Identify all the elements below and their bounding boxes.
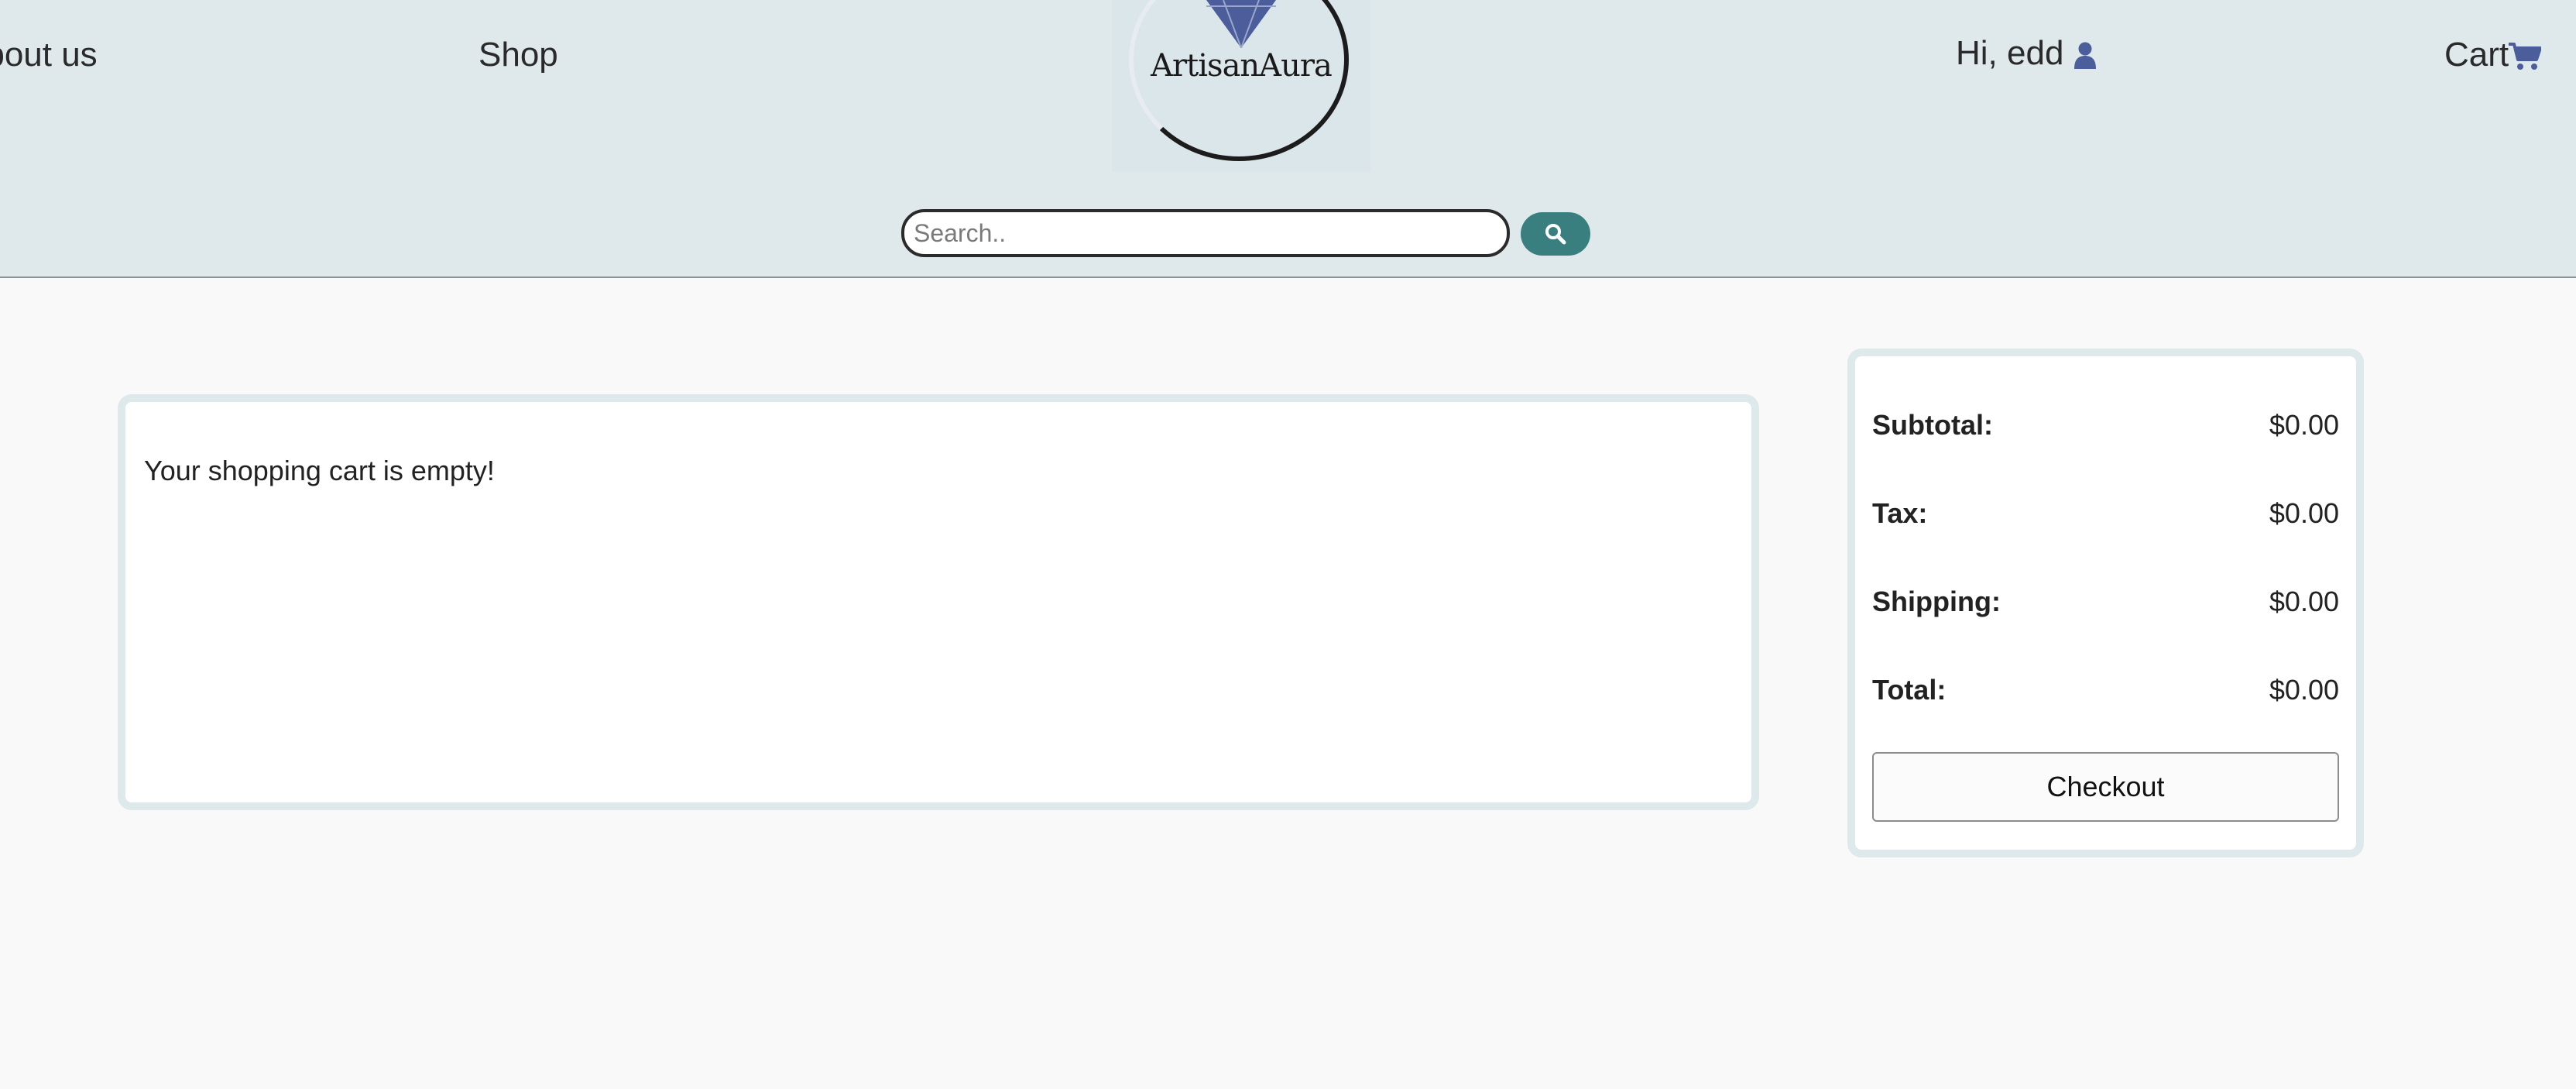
empty-cart-message: Your shopping cart is empty! [144, 455, 495, 486]
cart-items-panel: Your shopping cart is empty! [118, 394, 1759, 810]
search-button[interactable] [1521, 212, 1590, 256]
subtotal-value: $0.00 [2269, 409, 2339, 441]
site-logo[interactable]: ArtisanAura [1112, 0, 1370, 172]
search-icon [1545, 224, 1566, 245]
checkout-button[interactable]: Checkout [1872, 752, 2339, 822]
nav-about-us[interactable]: About us [0, 36, 98, 74]
diamond-icon [1206, 0, 1276, 48]
cart-label: Cart [2444, 36, 2509, 74]
tax-value: $0.00 [2269, 497, 2339, 529]
total-label: Total: [1872, 674, 1947, 706]
subtotal-label: Subtotal: [1872, 409, 1993, 441]
nav-user-account[interactable]: Hi, edd [1956, 34, 2097, 73]
nav-shop[interactable]: Shop [478, 36, 558, 74]
shipping-label: Shipping: [1872, 586, 2001, 617]
total-value: $0.00 [2269, 674, 2339, 706]
brand-name: ArtisanAura [1151, 48, 1333, 84]
shipping-value: $0.00 [2269, 586, 2339, 617]
site-header: About us Shop ArtisanAura Hi, edd Cart [0, 0, 2576, 278]
nav-cart[interactable]: Cart [2444, 36, 2543, 74]
search-input[interactable] [901, 209, 1510, 257]
tax-label: Tax: [1872, 497, 1928, 529]
user-greeting: Hi, edd [1956, 34, 2064, 72]
order-summary: Subtotal: $0.00 Tax: $0.00 Shipping: $0.… [1847, 349, 2364, 857]
user-icon [2073, 42, 2096, 70]
cart-icon [2509, 43, 2543, 70]
